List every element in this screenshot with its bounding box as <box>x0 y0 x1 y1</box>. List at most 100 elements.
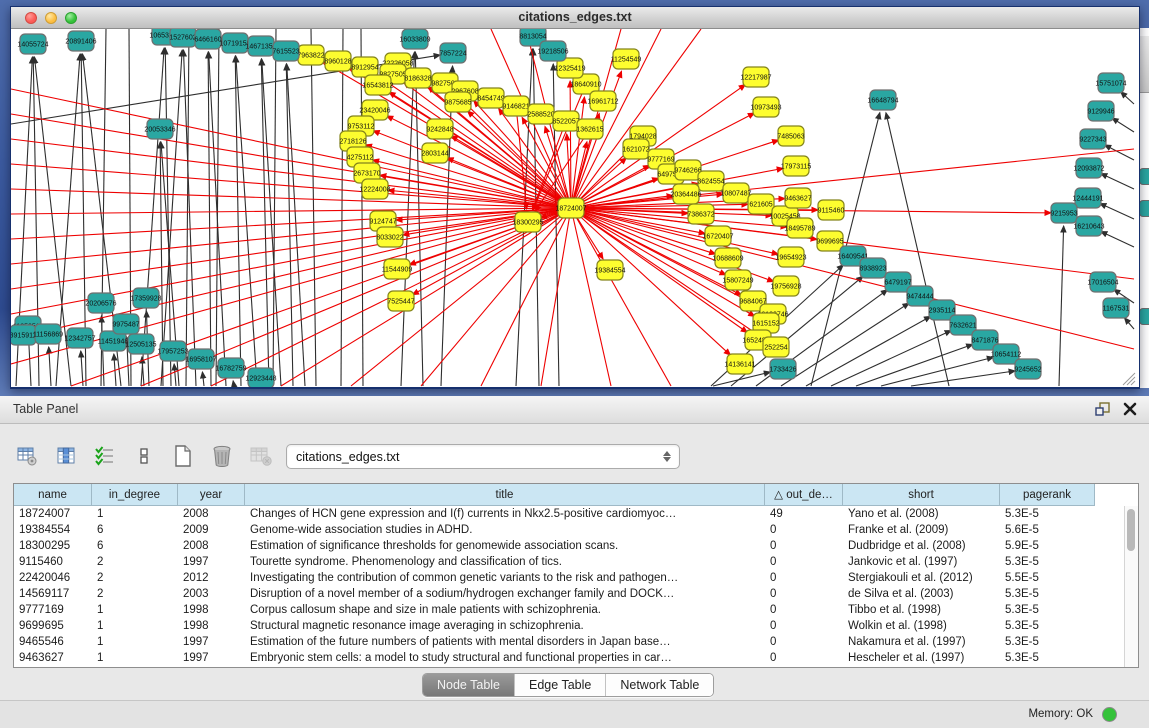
table-selector-dropdown[interactable]: citations_edges.txt <box>286 444 680 469</box>
graph-edge[interactable] <box>11 208 571 364</box>
table-cell[interactable]: 19384554 <box>14 522 92 538</box>
graph-node[interactable]: 7485063 <box>777 126 804 146</box>
table-cell[interactable]: 0 <box>765 554 843 570</box>
graph-node[interactable]: 11254549 <box>611 49 642 69</box>
graph-node[interactable]: 14671358 <box>245 36 276 56</box>
graph-node[interactable]: 3624554 <box>697 171 724 191</box>
graph-edge[interactable] <box>11 189 571 208</box>
graph-edge[interactable] <box>29 339 31 386</box>
graph-node[interactable]: 17973115 <box>781 156 812 176</box>
table-cell[interactable]: 0 <box>765 634 843 650</box>
graph-node[interactable]: 20364486 <box>670 184 701 204</box>
table-cell[interactable]: Franke et al. (2009) <box>843 522 1000 538</box>
graph-node[interactable]: 8938923 <box>859 258 886 278</box>
table-row[interactable]: 1872400712008Changes of HCN gene express… <box>14 506 1138 522</box>
graph-edge[interactable] <box>1101 173 1134 189</box>
table-cell[interactable]: Embryonic stem cells: a model to study s… <box>245 650 765 666</box>
graph-node[interactable]: 8033022 <box>376 227 403 247</box>
graph-node[interactable]: 1621072 <box>622 139 649 159</box>
table-cell[interactable]: Structural magnetic resonance image aver… <box>245 618 765 634</box>
graph-node[interactable]: 8186328 <box>404 68 431 88</box>
graph-edge[interactable] <box>1121 92 1134 104</box>
table-cell[interactable]: Hescheler et al. (1997) <box>843 650 1000 666</box>
table-cell[interactable]: 5.3E-5 <box>1000 506 1095 522</box>
table-cell[interactable]: 18300295 <box>14 538 92 554</box>
graph-node[interactable]: 16543812 <box>362 75 393 95</box>
graph-node[interactable]: 2803144 <box>421 143 448 163</box>
table-cell[interactable]: de Silva et al. (2003) <box>843 586 1000 602</box>
graph-node[interactable]: 19384554 <box>594 260 625 280</box>
table-cell[interactable]: 0 <box>765 570 843 586</box>
graph-node[interactable]: 7963822 <box>297 45 324 65</box>
table-cell[interactable]: 5.3E-5 <box>1000 650 1095 666</box>
graph-node[interactable]: 1362615 <box>576 119 603 139</box>
table-cell[interactable]: 18724007 <box>14 506 92 522</box>
column-header-year[interactable]: year <box>178 484 245 506</box>
graph-node[interactable]: 11544909 <box>382 259 413 279</box>
graph-edge[interactable] <box>1124 318 1134 329</box>
graph-edge[interactable] <box>202 372 204 386</box>
graph-edge[interactable] <box>236 56 257 386</box>
graph-node[interactable]: 1167531 <box>1103 298 1130 318</box>
graph-node[interactable]: 19654923 <box>775 247 806 267</box>
table-cell[interactable]: 9777169 <box>14 602 92 618</box>
table-cell[interactable]: 1998 <box>178 602 245 618</box>
graph-node[interactable]: 1527602 <box>169 29 196 47</box>
table-cell[interactable]: 1997 <box>178 650 245 666</box>
network-canvas[interactable]: 1872400779638228960128891295422226058982… <box>11 29 1137 387</box>
table-cell[interactable]: 1 <box>92 650 178 666</box>
tab-network-table[interactable]: Network Table <box>606 674 713 696</box>
graph-edge[interactable] <box>281 208 571 386</box>
table-cell[interactable]: Disruption of a novel member of a sodium… <box>245 586 765 602</box>
deselect-all-icon[interactable] <box>131 443 157 469</box>
graph-node[interactable]: 12444191 <box>1072 188 1103 208</box>
table-cell[interactable]: 1 <box>92 506 178 522</box>
graph-node[interactable]: 12217987 <box>740 67 771 87</box>
graph-node[interactable]: 11156869 <box>33 324 63 344</box>
table-cell[interactable]: 5.3E-5 <box>1000 554 1095 570</box>
scrollbar-thumb[interactable] <box>1127 509 1135 551</box>
table-cell[interactable]: Nakamura et al. (1997) <box>843 634 1000 650</box>
graph-edge[interactable] <box>1100 203 1134 219</box>
table-cell[interactable]: 1997 <box>178 634 245 650</box>
graph-edge[interactable] <box>341 29 343 386</box>
table-cell[interactable]: Stergiakouli et al. (2012) <box>843 570 1000 586</box>
graph-edge[interactable] <box>161 50 182 386</box>
graph-edge[interactable] <box>186 29 189 386</box>
graph-node[interactable]: 7386372 <box>687 204 714 224</box>
table-cell[interactable]: 5.5E-5 <box>1000 570 1095 586</box>
table-cell[interactable]: 2 <box>92 586 178 602</box>
tab-node-table[interactable]: Node Table <box>423 674 515 696</box>
graph-node[interactable]: 10688609 <box>712 248 743 268</box>
table-cell[interactable]: Tibbo et al. (1998) <box>843 602 1000 618</box>
window-titlebar[interactable]: citations_edges.txt <box>11 7 1139 29</box>
graph-node[interactable]: 15807249 <box>722 270 753 290</box>
table-cell[interactable]: 49 <box>765 506 843 522</box>
graph-node[interactable]: 16720407 <box>702 226 733 246</box>
graph-edge[interactable] <box>1101 231 1134 247</box>
table-cell[interactable]: 9115460 <box>14 554 92 570</box>
table-cell[interactable]: Dudbridge et al. (2008) <box>843 538 1000 554</box>
graph-node[interactable]: 20053346 <box>144 119 175 139</box>
graph-edge[interactable] <box>571 208 611 386</box>
table-cell[interactable]: 5.3E-5 <box>1000 586 1095 602</box>
table-cell[interactable]: 0 <box>765 650 843 666</box>
table-cell[interactable]: 2008 <box>178 506 245 522</box>
graph-node[interactable]: 10807487 <box>720 183 751 203</box>
graph-node[interactable]: 16648794 <box>867 90 898 110</box>
graph-edge[interactable] <box>311 29 316 386</box>
graph-node[interactable]: 252254 <box>763 337 789 357</box>
table-cell[interactable]: 5.3E-5 <box>1000 602 1095 618</box>
table-cell[interactable]: 0 <box>765 522 843 538</box>
table-cell[interactable]: 2012 <box>178 570 245 586</box>
table-row[interactable]: 1456911722003Disruption of a novel membe… <box>14 586 1138 602</box>
graph-edge[interactable] <box>81 351 83 386</box>
table-row[interactable]: 977716911998Corpus callosum shape and si… <box>14 602 1138 618</box>
column-header-short[interactable]: short <box>843 484 1000 506</box>
graph-node[interactable]: 1733426 <box>769 359 796 379</box>
table-cell[interactable]: 1998 <box>178 618 245 634</box>
graph-node[interactable]: 12093872 <box>1073 158 1104 178</box>
graph-node[interactable]: 9463627 <box>784 188 811 208</box>
graph-node[interactable]: 14055724 <box>17 34 48 54</box>
graph-node[interactable]: 9875685 <box>444 92 471 112</box>
